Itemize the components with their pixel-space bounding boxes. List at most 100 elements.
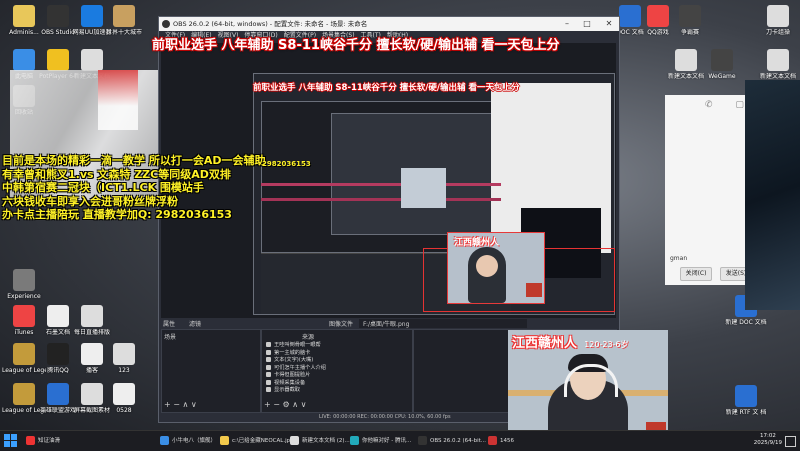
- desktop-icon-label: 世界十大城市: [105, 29, 142, 36]
- mixer-panel: [413, 329, 515, 413]
- app-icon: [13, 5, 35, 27]
- visibility-icon[interactable]: [266, 349, 271, 355]
- toolbar-image-file: 图像文件: [329, 321, 354, 328]
- taskbar: 知证油滑 小牛电八（旗舰） c:\已给金藏NEOCAL.jpe... 新建文本文档 (…: [0, 430, 800, 451]
- nested-webcam: [401, 168, 446, 208]
- nested-red-stripe-2: [261, 198, 501, 201]
- app-icon: [767, 49, 789, 71]
- taskbar-clock[interactable]: 17:02 2025/9/19: [754, 433, 782, 447]
- visibility-icon[interactable]: [266, 387, 271, 392]
- webcam-caption: 江西赣州人 120-23-6岁: [512, 332, 629, 351]
- start-button[interactable]: [4, 434, 18, 448]
- desktop-icon-label: 新建文本文档: [759, 73, 796, 80]
- app-icon: [113, 343, 135, 365]
- source-item[interactable]: 卡得但图提脸片: [266, 372, 310, 379]
- visibility-icon[interactable]: [266, 372, 271, 377]
- wallpaper-art-right: [745, 80, 800, 310]
- app-icon: [81, 343, 103, 365]
- source-item-label: 可们怎午主播个人介绍: [274, 364, 326, 371]
- desktop-icon-label: 刀卡组操: [765, 29, 790, 36]
- desktop-icon-label: 新建 DOC 文档: [725, 319, 767, 326]
- obs-titlebar[interactable]: OBS 26.0.2 (64-bit, windows) - 配置文件: 未命名…: [159, 17, 619, 31]
- source-item[interactable]: 显示器截取: [266, 387, 300, 394]
- taskbar-item-label: 新建文本文档 (2)...: [302, 438, 350, 444]
- toolbar-properties[interactable]: 属性: [163, 319, 175, 328]
- webcam-small-caption: 江西赣州人: [454, 238, 500, 248]
- desktop-icon-label: 新建 RTF 文 档: [725, 409, 767, 416]
- stream-banner: 前职业选手 八年辅助 S8-11峡谷千分 擅长软/硬/输出辅 看一天包上分: [152, 38, 560, 53]
- webcam-small: 江西赣州人: [447, 232, 545, 304]
- taskbar-item-label: c:\已给金藏NEOCAL.jpe...: [232, 438, 299, 444]
- app-icon: [47, 383, 69, 405]
- scenes-add-button[interactable]: + − ∧ ∨: [164, 400, 197, 409]
- app-icon: [767, 5, 789, 27]
- desktop-icon[interactable]: 0528: [102, 380, 146, 432]
- toolbar-path[interactable]: F:/桌面/牛眼.png: [359, 319, 527, 328]
- source-item[interactable]: 王哇叫倒骨眼一眼帮: [266, 342, 321, 349]
- source-item[interactable]: 第一主城的脑卡: [266, 349, 311, 357]
- source-item-label: 第一主城的脑卡: [274, 349, 311, 356]
- chat-close-button[interactable]: 关闭(C): [680, 267, 712, 281]
- webcam-caption-sub: 120-23-6岁: [584, 340, 629, 349]
- chat-sender: gman: [670, 255, 688, 262]
- taskbar-item[interactable]: 小牛电八（旗舰）: [160, 433, 216, 449]
- app-icon: [81, 49, 103, 71]
- desktop-icon-label: Experience: [7, 293, 41, 300]
- headset-icon: [564, 364, 618, 397]
- source-item-label: 文本(文字)(大嘴): [274, 357, 314, 363]
- source-item[interactable]: 可们怎午主播个人介绍: [266, 364, 326, 372]
- app-icon: [47, 343, 69, 365]
- taskbar-app-icon: [160, 436, 169, 445]
- maximize-icon[interactable]: □: [579, 17, 595, 31]
- app-icon: [13, 343, 35, 365]
- taskbar-app-icon: [220, 436, 229, 445]
- app-icon: [13, 305, 35, 327]
- taskbar-item-label: 知证油滑: [38, 438, 61, 444]
- app-icon: [113, 383, 135, 405]
- visibility-icon[interactable]: [266, 342, 271, 347]
- overlay-qq-small: 2982036153: [262, 160, 311, 168]
- taskbar-item[interactable]: c:\已给金藏NEOCAL.jpe...: [220, 433, 299, 449]
- desktop-icon[interactable]: WeGame: [700, 46, 744, 98]
- scenes-panel[interactable]: 场景 + − ∧ ∨: [161, 329, 261, 413]
- taskbar-app-icon: [290, 436, 299, 445]
- taskbar-app-icon: [350, 436, 359, 445]
- toolbar-filters[interactable]: 滤镜: [189, 319, 201, 328]
- taskbar-item[interactable]: 知证油滑: [26, 433, 60, 449]
- visibility-icon[interactable]: [266, 364, 271, 370]
- close-icon[interactable]: ✕: [601, 17, 617, 31]
- clock-time: 17:02: [759, 433, 776, 439]
- clock-date: 2025/9/19: [753, 440, 782, 446]
- sources-add-button[interactable]: + − ⚙ ∧ ∨: [264, 400, 306, 409]
- obs-app-icon: [162, 20, 170, 28]
- taskbar-item[interactable]: OBS 26.0.2 (64-bit...: [418, 433, 486, 449]
- taskbar-item[interactable]: 1456: [488, 433, 514, 449]
- scenes-title: 场景: [164, 334, 177, 341]
- source-item[interactable]: 视频采集设备: [266, 379, 305, 387]
- app-icon: [13, 49, 35, 71]
- visibility-icon[interactable]: [266, 357, 271, 362]
- sources-title: 来源: [302, 334, 315, 341]
- app-icon: [47, 305, 69, 327]
- taskbar-item[interactable]: 新建文本文档 (2)...: [290, 433, 350, 449]
- app-icon: [711, 49, 733, 71]
- obs-status-bar: LIVE: 00:00:00 REC: 00:00:00 CPU: 10.0%,…: [319, 414, 451, 420]
- app-icon: [675, 49, 697, 71]
- webcam-small-badge: [526, 283, 542, 297]
- sources-panel[interactable]: 来源 王哇叫倒骨眼一眼帮 第一主城的脑卡 文本(文字)(大嘴) 可们怎午主播个人介绍卡…: [261, 329, 413, 413]
- taskbar-item[interactable]: 你他嘛对好 - 腾讯...: [350, 433, 411, 449]
- desktop-icon-label: 0528: [116, 407, 132, 414]
- app-icon: [647, 5, 669, 27]
- minimize-icon[interactable]: –: [559, 17, 575, 31]
- taskbar-item-label: 1456: [500, 438, 514, 444]
- desktop-icon-label: WeGame: [708, 73, 736, 80]
- visibility-icon[interactable]: [266, 379, 271, 385]
- source-item[interactable]: 文本(文字)(大嘴): [266, 357, 313, 364]
- app-icon: [113, 5, 135, 27]
- nested-inner-banner: 前职业选手 八年辅助 S8-11峡谷千分 擅长软/硬/输出辅 看一天包上分: [253, 83, 520, 93]
- notification-icon[interactable]: [785, 436, 796, 447]
- taskbar-item-label: OBS 26.0.2 (64-bit...: [430, 438, 487, 444]
- app-icon: [81, 5, 103, 27]
- webcam-caption-main: 江西赣州人: [512, 336, 578, 351]
- desktop-icon[interactable]: 新建 RTF 文 档: [724, 382, 768, 434]
